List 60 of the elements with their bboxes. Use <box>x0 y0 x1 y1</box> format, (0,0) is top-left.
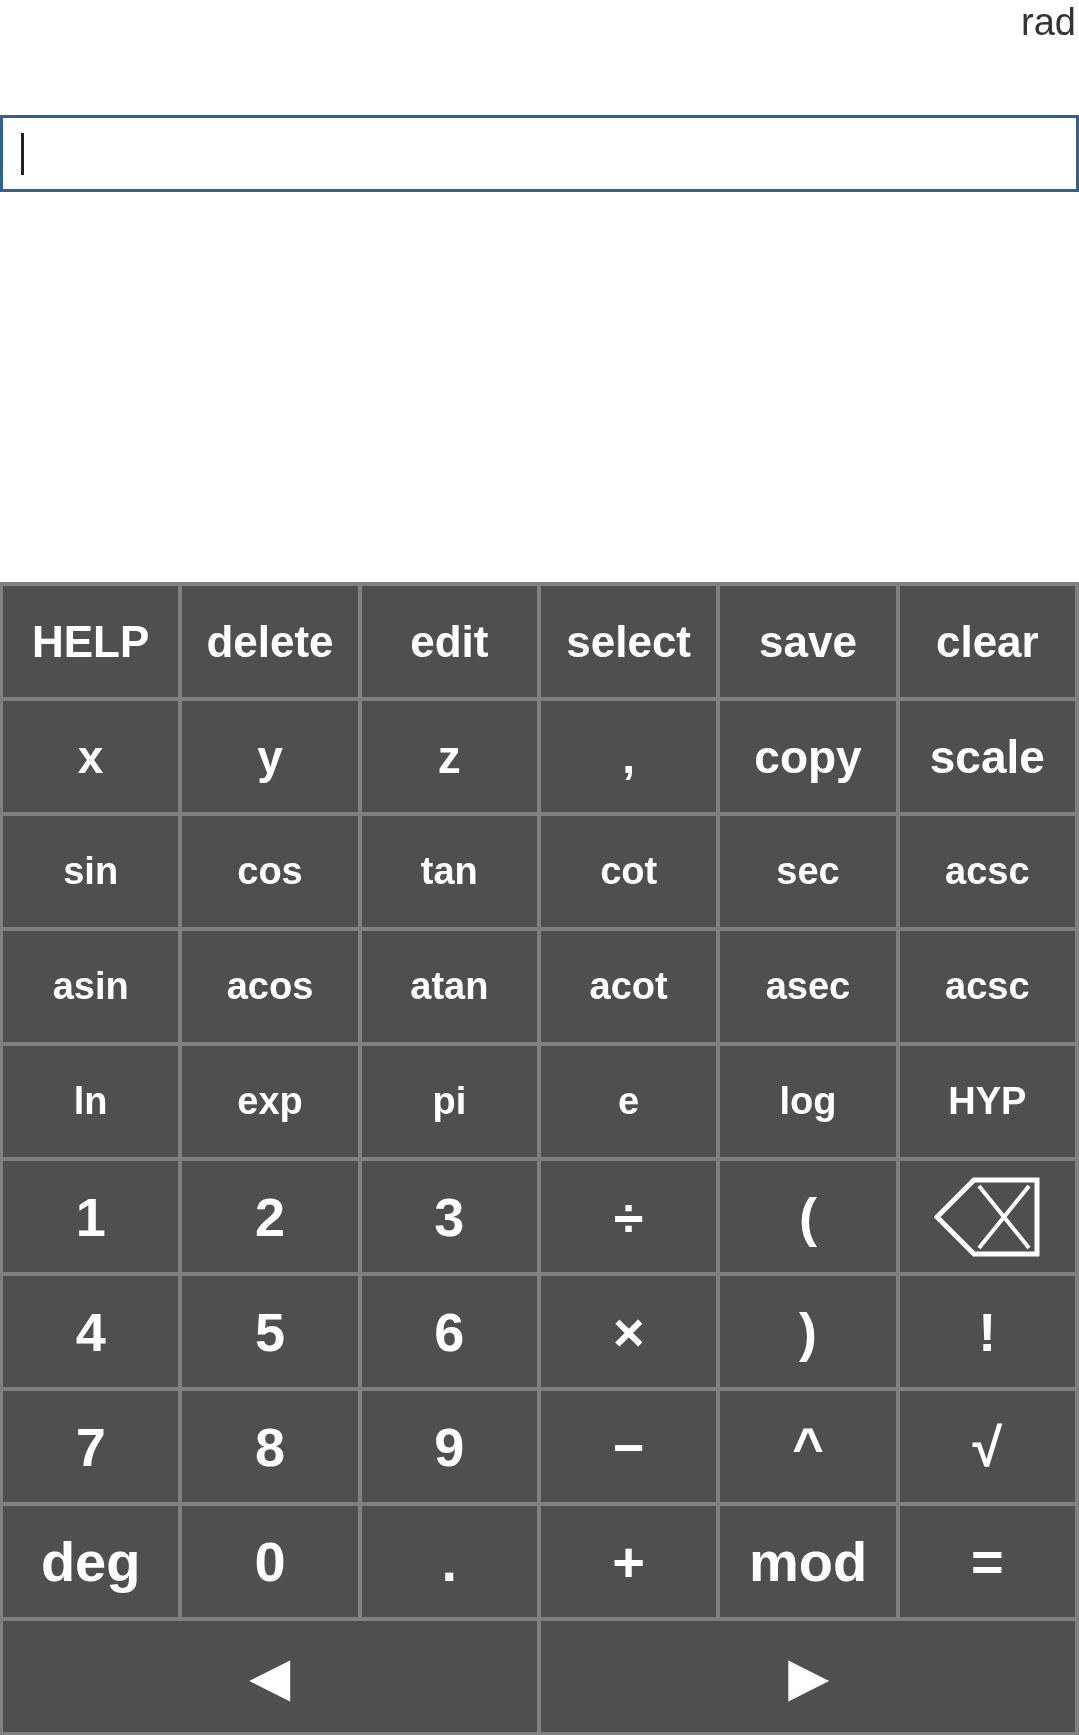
calculator-key[interactable]: cos <box>182 816 358 927</box>
calculator-key[interactable]: e <box>541 1046 717 1157</box>
calculator-key[interactable]: HYP <box>899 1046 1075 1157</box>
calculator-key[interactable]: sin <box>3 816 179 927</box>
calculator-key[interactable]: deg <box>3 1506 179 1617</box>
calculator-key[interactable]: y <box>182 701 358 812</box>
calculator-key[interactable]: copy <box>720 701 896 812</box>
calculator-key[interactable]: delete <box>182 586 358 697</box>
calculator-key[interactable]: x <box>3 701 179 812</box>
calculator-key[interactable]: scale <box>899 701 1075 812</box>
text-cursor-icon <box>21 132 24 175</box>
calculator-key[interactable]: 3 <box>361 1161 537 1272</box>
calculator-key[interactable]: 8 <box>182 1391 358 1502</box>
calculator-key[interactable]: clear <box>899 586 1075 697</box>
calculator-key[interactable]: 4 <box>3 1276 179 1387</box>
calculator-key[interactable]: HELP <box>3 586 179 697</box>
calculator-key[interactable]: + <box>541 1506 717 1617</box>
calculator-key[interactable]: ^ <box>720 1391 896 1502</box>
input-field[interactable] <box>0 115 1079 192</box>
calculator-key[interactable]: pi <box>361 1046 537 1157</box>
calculator-key[interactable]: − <box>541 1391 717 1502</box>
calculator-key[interactable]: 0 <box>182 1506 358 1617</box>
calculator-key[interactable]: 2 <box>182 1161 358 1272</box>
calculator-key[interactable]: select <box>541 586 717 697</box>
calculator-key[interactable]: z <box>361 701 537 812</box>
angle-mode-label: rad <box>1021 0 1076 44</box>
calculator-key[interactable]: . <box>361 1506 537 1617</box>
calculator-key[interactable]: × <box>541 1276 717 1387</box>
calculator-key[interactable]: tan <box>361 816 537 927</box>
calculator-key[interactable]: asin <box>3 931 179 1042</box>
cursor-key[interactable]: ◀ <box>3 1621 537 1732</box>
calculator-key[interactable]: save <box>720 586 896 697</box>
calculator-key[interactable]: 9 <box>361 1391 537 1502</box>
calculator-key[interactable]: asec <box>720 931 896 1042</box>
backspace-key[interactable] <box>899 1161 1075 1272</box>
calculator-key[interactable]: ln <box>3 1046 179 1157</box>
calculator-key[interactable]: sec <box>720 816 896 927</box>
calculator-key[interactable]: 6 <box>361 1276 537 1387</box>
calculator-key[interactable]: cot <box>541 816 717 927</box>
calculator-key[interactable]: √ <box>899 1391 1075 1502</box>
calculator-key[interactable]: log <box>720 1046 896 1157</box>
calculator-key[interactable]: atan <box>361 931 537 1042</box>
calculator-key[interactable]: acsc <box>899 816 1075 927</box>
calculator-key[interactable]: ( <box>720 1161 896 1272</box>
calculator-key[interactable]: , <box>541 701 717 812</box>
calculator-key[interactable]: mod <box>720 1506 896 1617</box>
cursor-key[interactable]: ▶ <box>541 1621 1075 1732</box>
calculator-key[interactable]: 7 <box>3 1391 179 1502</box>
calculator-key[interactable]: acos <box>182 931 358 1042</box>
calculator-key[interactable]: edit <box>361 586 537 697</box>
calculator-key[interactable]: acsc <box>899 931 1075 1042</box>
backspace-icon <box>934 1176 1041 1257</box>
calculator-key[interactable]: ) <box>720 1276 896 1387</box>
calculator-key[interactable]: ÷ <box>541 1161 717 1272</box>
calculator-key[interactable]: ! <box>899 1276 1075 1387</box>
calculator-key[interactable]: exp <box>182 1046 358 1157</box>
calculator-key[interactable]: 5 <box>182 1276 358 1387</box>
calculator-key[interactable]: 1 <box>3 1161 179 1272</box>
calculator-key[interactable]: = <box>899 1506 1075 1617</box>
calculator-key[interactable]: acot <box>541 931 717 1042</box>
